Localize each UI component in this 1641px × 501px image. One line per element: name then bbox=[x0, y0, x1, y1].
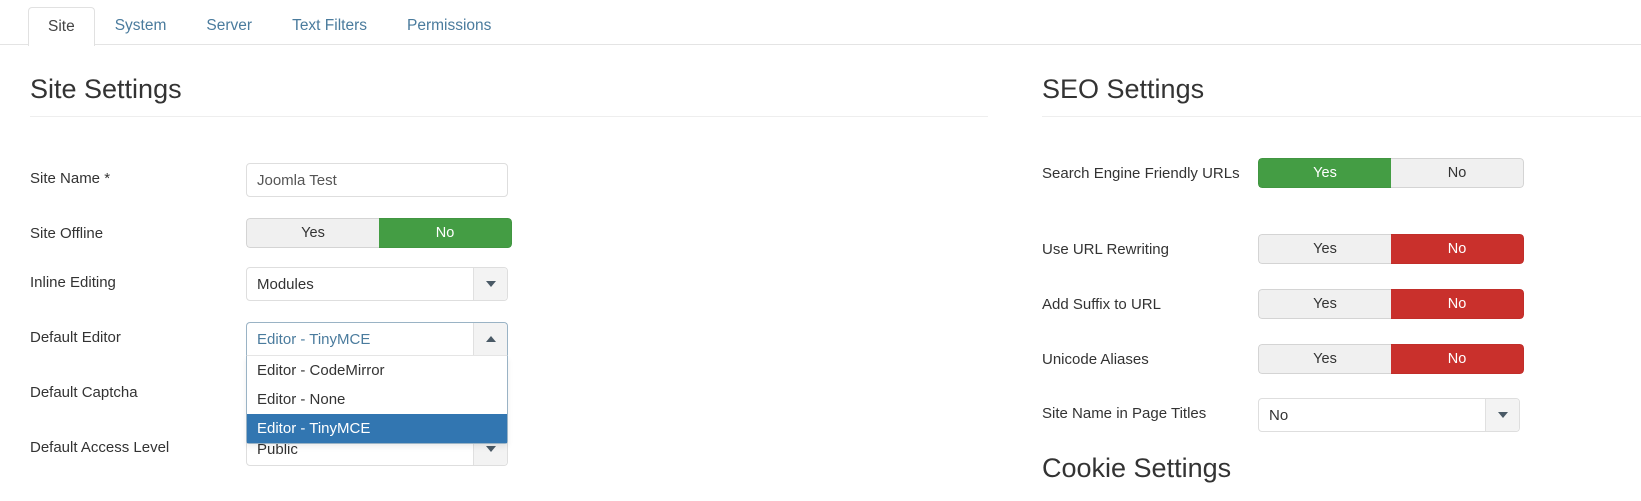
sef-urls-toggle: Yes No bbox=[1258, 158, 1524, 188]
inline-editing-dropdown-button[interactable] bbox=[473, 268, 507, 300]
inline-editing-label: Inline Editing bbox=[30, 274, 116, 291]
default-editor-option-none[interactable]: Editor - None bbox=[247, 385, 507, 414]
seo-settings-column: SEO Settings Search Engine Friendly URLs… bbox=[1012, 45, 1641, 501]
site-name-input[interactable] bbox=[246, 163, 508, 197]
tab-server[interactable]: Server bbox=[186, 6, 272, 45]
url-rewriting-toggle: Yes No bbox=[1258, 234, 1524, 264]
default-editor-combobox[interactable]: Editor - TinyMCE Editor - CodeMirror Edi… bbox=[246, 322, 508, 444]
field-row-site-name-in-titles: Site Name in Page Titles No bbox=[1042, 398, 1520, 432]
chevron-up-icon bbox=[485, 336, 496, 342]
chevron-down-icon bbox=[485, 446, 496, 452]
seo-settings-heading: SEO Settings bbox=[1042, 74, 1205, 104]
field-row-sef-urls: Search Engine Friendly URLs Yes No bbox=[1042, 158, 1524, 188]
cookie-settings-heading: Cookie Settings bbox=[1042, 453, 1232, 483]
tab-system[interactable]: System bbox=[95, 6, 187, 45]
field-row-unicode-aliases: Unicode Aliases Yes No bbox=[1042, 344, 1524, 374]
site-offline-yes[interactable]: Yes bbox=[246, 218, 379, 248]
url-rewriting-yes[interactable]: Yes bbox=[1258, 234, 1391, 264]
inline-editing-value: Modules bbox=[257, 275, 314, 293]
sef-urls-yes[interactable]: Yes bbox=[1258, 158, 1391, 188]
unicode-aliases-label: Unicode Aliases bbox=[1042, 351, 1149, 368]
default-editor-dropdown-button[interactable] bbox=[473, 323, 507, 355]
add-suffix-no[interactable]: No bbox=[1391, 289, 1524, 319]
sef-urls-no[interactable]: No bbox=[1391, 158, 1524, 188]
default-editor-value: Editor - TinyMCE bbox=[257, 330, 371, 348]
unicode-aliases-no[interactable]: No bbox=[1391, 344, 1524, 374]
site-settings-column: Site Settings Site Name * Site Offline Y… bbox=[0, 45, 1000, 501]
chevron-down-icon bbox=[485, 281, 496, 287]
tab-list: Site System Server Text Filters Permissi… bbox=[28, 6, 511, 46]
add-suffix-toggle: Yes No bbox=[1258, 289, 1524, 319]
url-rewriting-label: Use URL Rewriting bbox=[1042, 241, 1169, 258]
add-suffix-yes[interactable]: Yes bbox=[1258, 289, 1391, 319]
site-offline-toggle: Yes No bbox=[246, 218, 512, 248]
field-row-url-rewriting: Use URL Rewriting Yes No bbox=[1042, 234, 1524, 264]
settings-tabbar: Site System Server Text Filters Permissi… bbox=[0, 0, 1641, 46]
tab-site[interactable]: Site bbox=[28, 7, 95, 46]
default-editor-option-list: Editor - CodeMirror Editor - None Editor… bbox=[246, 356, 508, 444]
default-editor-option-tinymce[interactable]: Editor - TinyMCE bbox=[247, 414, 507, 443]
site-name-in-titles-value: No bbox=[1269, 406, 1289, 424]
field-row-site-offline: Site Offline Yes No bbox=[30, 218, 512, 248]
site-offline-no[interactable]: No bbox=[379, 218, 512, 248]
add-suffix-label: Add Suffix to URL bbox=[1042, 296, 1161, 313]
tab-text-filters[interactable]: Text Filters bbox=[272, 6, 387, 45]
field-row-default-editor: Default Editor Editor - TinyMCE Editor -… bbox=[30, 322, 508, 444]
field-row-inline-editing: Inline Editing Modules bbox=[30, 267, 508, 301]
sef-urls-label: Search Engine Friendly URLs bbox=[1042, 165, 1240, 182]
site-settings-heading: Site Settings bbox=[30, 74, 182, 104]
default-editor-select[interactable]: Editor - TinyMCE bbox=[246, 322, 508, 356]
site-settings-divider bbox=[30, 116, 988, 117]
site-offline-label: Site Offline bbox=[30, 225, 104, 242]
chevron-down-icon bbox=[1497, 412, 1508, 418]
url-rewriting-no[interactable]: No bbox=[1391, 234, 1524, 264]
default-editor-option-codemirror[interactable]: Editor - CodeMirror bbox=[247, 356, 507, 385]
unicode-aliases-toggle: Yes No bbox=[1258, 344, 1524, 374]
seo-settings-divider bbox=[1042, 116, 1641, 117]
tab-permissions[interactable]: Permissions bbox=[387, 6, 511, 45]
site-name-in-titles-select[interactable]: No bbox=[1258, 398, 1520, 432]
field-row-site-name: Site Name * bbox=[30, 163, 508, 197]
site-name-in-titles-dropdown-button[interactable] bbox=[1485, 399, 1519, 431]
site-name-label: Site Name * bbox=[30, 170, 111, 187]
unicode-aliases-yes[interactable]: Yes bbox=[1258, 344, 1391, 374]
site-name-in-titles-label: Site Name in Page Titles bbox=[1042, 405, 1207, 422]
default-editor-label: Default Editor bbox=[30, 329, 121, 346]
inline-editing-select[interactable]: Modules bbox=[246, 267, 508, 301]
field-row-add-suffix: Add Suffix to URL Yes No bbox=[1042, 289, 1524, 319]
